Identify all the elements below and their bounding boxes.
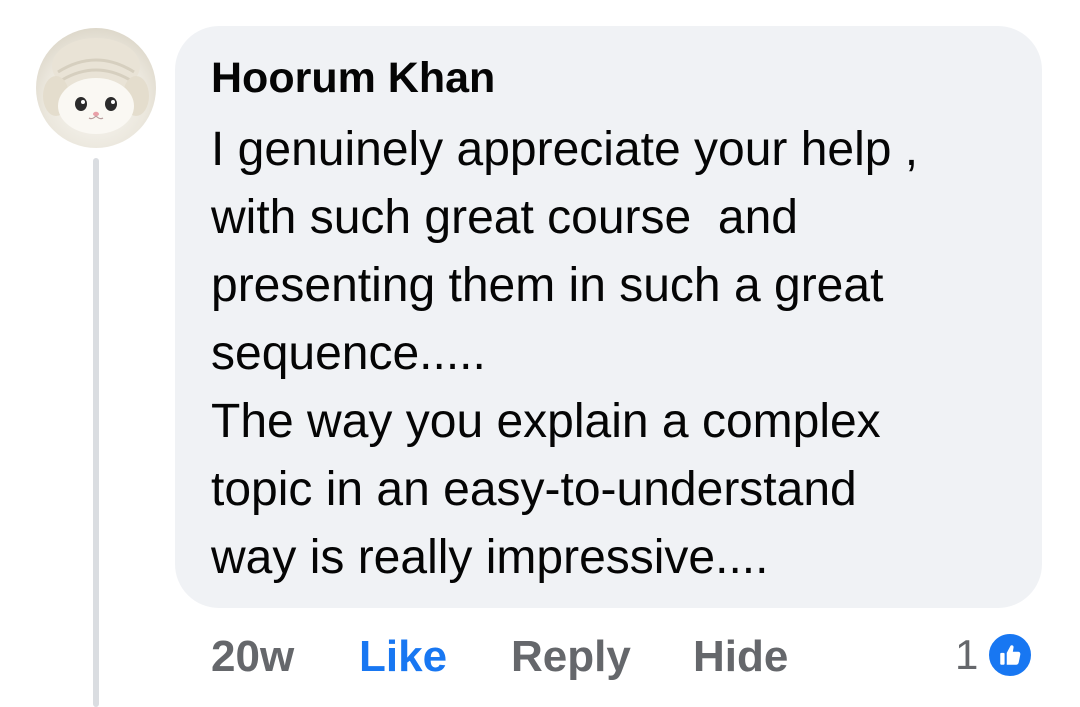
comment-timestamp[interactable]: 20w [211,628,294,686]
reply-button[interactable]: Reply [511,628,631,686]
hide-button[interactable]: Hide [693,628,788,686]
comment-text-line: presenting them in such a great [211,259,884,312]
comment-text-line: The way you explain a complex [211,395,881,448]
reaction-summary[interactable]: 1 [955,626,1035,684]
comment-text-line: sequence..... [211,327,486,380]
like-reaction-icon [986,631,1035,679]
comment-text-line: topic in an easy-to-understand [211,463,857,516]
thread-connector-line [93,158,99,707]
comment-text: I genuinely appreciate your help , with … [211,116,1031,592]
like-button[interactable]: Like [359,628,447,686]
comment-text-line: way is really impressive.... [211,531,769,584]
comment-text-line: with such great course and [211,191,798,244]
kitten-avatar-icon [43,38,149,134]
reaction-count: 1 [955,631,979,678]
comment-thread: Hoorum Khan I genuinely appreciate your … [0,0,1080,707]
comment-author-name[interactable]: Hoorum Khan [211,52,495,104]
comment-text-line: I genuinely appreciate your help , [211,123,919,176]
avatar[interactable] [36,28,156,148]
